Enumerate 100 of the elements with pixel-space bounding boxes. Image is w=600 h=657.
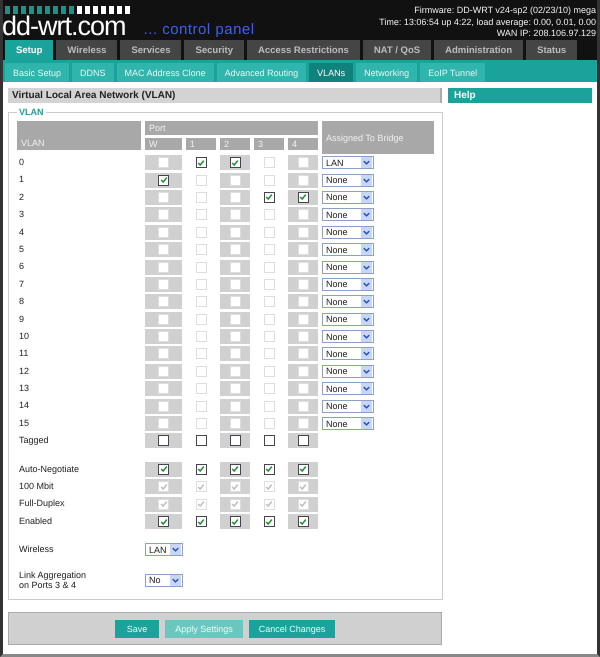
- checkbox[interactable]: [196, 435, 206, 446]
- row-label: 13: [18, 382, 30, 396]
- checkbox[interactable]: [264, 435, 274, 446]
- checkbox[interactable]: [158, 516, 169, 527]
- column-header: 4: [288, 138, 318, 150]
- row-label: 3: [18, 208, 26, 222]
- column-header: 1: [186, 138, 216, 150]
- nav-tab[interactable]: Administration: [434, 40, 524, 60]
- logo: dd-wrt.com: [3, 14, 126, 38]
- caret-icon: [361, 244, 372, 256]
- dropdown[interactable]: None: [322, 417, 374, 430]
- caret-icon: [170, 574, 181, 586]
- caret-icon: [361, 278, 372, 290]
- checkbox[interactable]: [298, 464, 308, 475]
- sub-tab[interactable]: VLANs: [309, 63, 354, 82]
- row-label: 5: [18, 242, 26, 256]
- nav-tab[interactable]: Services: [120, 40, 182, 60]
- caret-icon: [361, 383, 372, 394]
- checkbox[interactable]: [298, 192, 308, 203]
- nav-tab[interactable]: Security: [184, 40, 244, 60]
- dropdown[interactable]: None: [322, 312, 374, 326]
- caret-icon: [361, 418, 372, 430]
- column-header: W: [145, 138, 182, 150]
- row-label: Enabled: [18, 514, 54, 528]
- checkbox[interactable]: [158, 174, 169, 186]
- caret-icon: [361, 262, 372, 273]
- dropdown[interactable]: None: [322, 295, 374, 308]
- dropdown[interactable]: None: [322, 190, 374, 204]
- checkbox[interactable]: [230, 516, 240, 527]
- checkbox[interactable]: [196, 516, 206, 527]
- nav-tab[interactable]: Access Restrictions: [246, 40, 360, 60]
- row-label: 14: [18, 399, 30, 412]
- checkbox[interactable]: [196, 157, 206, 168]
- row-label: 8: [18, 295, 26, 308]
- dropdown[interactable]: None: [322, 208, 374, 222]
- caret-icon: [361, 209, 372, 220]
- dropdown[interactable]: None: [322, 226, 374, 239]
- row-label: 1: [18, 173, 26, 186]
- caret-icon: [361, 192, 372, 203]
- checkbox[interactable]: [264, 464, 274, 475]
- row-label: 2: [18, 190, 26, 204]
- tagline: ... control panel: [144, 22, 255, 38]
- dropdown[interactable]: None: [322, 278, 374, 291]
- row-label: 15: [18, 416, 30, 430]
- dropdown[interactable]: None: [322, 347, 374, 360]
- column-header: Port: [145, 121, 318, 135]
- dropdown[interactable]: No: [145, 574, 183, 587]
- checkbox[interactable]: [158, 435, 169, 446]
- checkbox[interactable]: [230, 464, 240, 475]
- help-title: Help: [448, 88, 592, 103]
- dropdown[interactable]: None: [322, 330, 374, 344]
- dropdown[interactable]: None: [322, 400, 374, 413]
- column-header: 3: [254, 138, 284, 150]
- row-label: Tagged: [18, 434, 50, 448]
- row-label: 100 Mbit: [18, 480, 55, 494]
- row-label: Full-Duplex: [18, 497, 66, 510]
- row-label: 11: [18, 347, 30, 360]
- dropdown[interactable]: LAN: [145, 543, 183, 556]
- field-label: on Ports 3 & 4: [19, 580, 78, 590]
- checkbox[interactable]: [298, 435, 308, 446]
- checkbox[interactable]: [158, 464, 169, 475]
- checkbox[interactable]: [196, 464, 206, 475]
- caret-icon: [361, 331, 372, 342]
- caret-icon: [361, 366, 372, 377]
- row-label: Auto-Negotiate: [18, 462, 80, 476]
- status-info: WAN IP: 208.106.97.129: [496, 28, 596, 40]
- panel-legend: VLAN: [17, 107, 46, 117]
- dropdown[interactable]: LAN: [322, 156, 374, 170]
- dropdown[interactable]: None: [322, 382, 374, 396]
- row-label: 4: [18, 226, 26, 239]
- caret-icon: [361, 348, 372, 360]
- dropdown[interactable]: None: [322, 243, 374, 256]
- nav-tab[interactable]: Status: [526, 40, 578, 60]
- checkbox[interactable]: [264, 192, 274, 203]
- row-label: 6: [18, 260, 26, 274]
- field-label: Link Aggregation: [19, 570, 88, 580]
- checkbox[interactable]: [298, 516, 308, 527]
- checkbox[interactable]: [230, 435, 240, 446]
- row-label: 7: [18, 278, 26, 291]
- checkbox[interactable]: [264, 516, 274, 527]
- section-title: Virtual Local Area Network (VLAN): [8, 88, 442, 103]
- dropdown[interactable]: None: [322, 260, 374, 274]
- column-header: Assigned To Bridge: [322, 121, 434, 154]
- caret-icon: [361, 157, 372, 168]
- caret-icon: [170, 544, 181, 556]
- row-label: 10: [18, 330, 30, 343]
- caret-icon: [361, 174, 372, 186]
- dropdown[interactable]: None: [322, 364, 374, 378]
- column-header: 2: [220, 138, 250, 150]
- dropdown[interactable]: None: [322, 174, 374, 187]
- row-label: 0: [18, 156, 26, 169]
- caret-icon: [361, 226, 372, 238]
- row-label: 12: [18, 364, 30, 378]
- checkbox[interactable]: [230, 157, 240, 168]
- status-info: Time: 13:06:54 up 4:22, load average: 0.00, 0.01, 0.00: [379, 16, 596, 28]
- nav-tab[interactable]: Wireless: [56, 40, 118, 60]
- nav-tab[interactable]: NAT / QoS: [362, 40, 432, 60]
- caret-icon: [361, 296, 372, 308]
- row-label: 9: [18, 312, 26, 326]
- field-label: Wireless: [18, 543, 55, 556]
